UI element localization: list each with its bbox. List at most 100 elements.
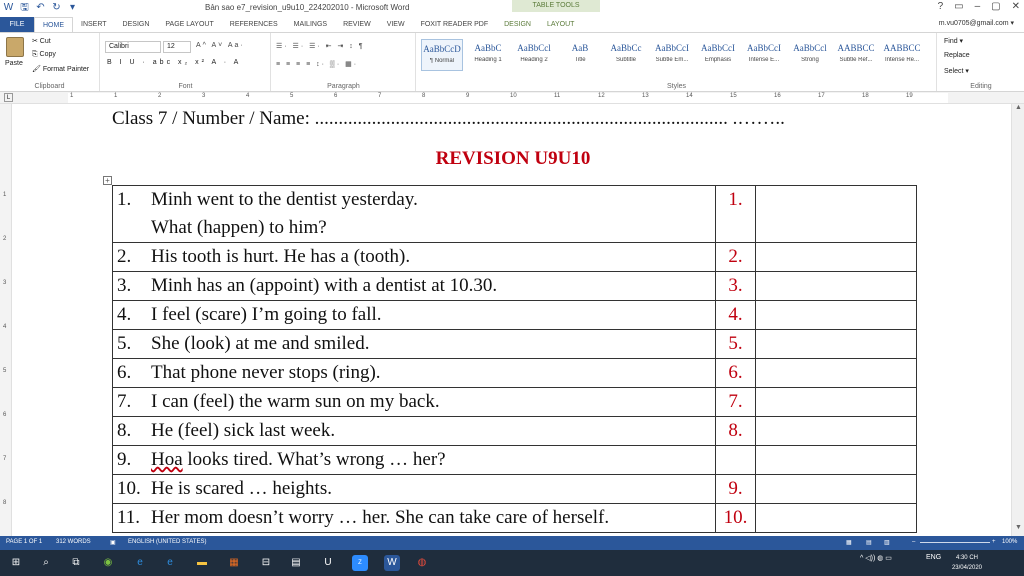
select-button[interactable]: Select ▾ (944, 67, 969, 75)
style-tile[interactable]: AaBbCcI Intense E... (743, 39, 785, 71)
question-cell[interactable]: 10. He is scared … heights. (112, 474, 716, 504)
tray-icons[interactable]: ^ ◁)) ◍ ▭ (860, 554, 892, 562)
replace-button[interactable]: Replace (944, 52, 970, 59)
read-mode-icon[interactable]: ▦ (846, 539, 852, 546)
answer-blank-cell[interactable] (755, 445, 917, 475)
answer-blank-cell[interactable] (755, 416, 917, 446)
chrome-like-icon[interactable]: ◉ (100, 555, 116, 571)
tab-review[interactable]: REVIEW (335, 17, 379, 32)
question-cell[interactable]: 6. That phone never stops (ring). (112, 358, 716, 388)
font-grow-shrink[interactable]: A^ A˅ Aa· (196, 42, 245, 49)
start-icon[interactable]: ⊞ (8, 555, 24, 571)
scroll-up-icon[interactable]: ▲ (1012, 104, 1024, 116)
tab-view[interactable]: VIEW (379, 17, 413, 32)
style-tile[interactable]: AaB Title (559, 39, 601, 71)
question-cell[interactable]: 1. Minh went to the dentist yesterday. Wha… (112, 185, 716, 243)
zoom-level[interactable]: 100% (1002, 539, 1017, 545)
style-tile[interactable]: AaBbCcl Strong (789, 39, 831, 71)
answer-number-cell[interactable]: 6. (715, 358, 756, 388)
style-tile[interactable]: AaBbCcI Subtle Em... (651, 39, 693, 71)
language-indicator[interactable]: ENGLISH (UNITED STATES) (128, 539, 206, 545)
page-count[interactable]: PAGE 1 OF 1 (6, 539, 42, 545)
proofing-icon[interactable]: ▣ (110, 539, 116, 546)
tab-page-layout[interactable]: PAGE LAYOUT (157, 17, 221, 32)
app-icon[interactable]: ▦ (226, 555, 242, 571)
answer-number-cell[interactable]: 1. (715, 185, 756, 243)
find-button[interactable]: Find ▾ (944, 37, 963, 45)
style-tile[interactable]: AaBbCcl Heading 2 (513, 39, 555, 71)
undo-icon[interactable]: ↶ (34, 1, 47, 14)
align-buttons[interactable]: ≡ ≡ ≡ ≡ ↕· ▒· ▦· (276, 60, 358, 68)
answer-number-cell[interactable]: 7. (715, 387, 756, 417)
customize-qat-icon[interactable]: ▾ (66, 1, 79, 14)
save-icon[interactable]: 🖫 (18, 1, 31, 14)
list-indent-buttons[interactable]: ☰· ☰· ☰· ⇤ ⇥ ↕ ¶ (276, 42, 364, 50)
document-page[interactable]: Class 7 / Number / Name: ...............… (13, 104, 1011, 536)
tab-home[interactable]: HOME (34, 17, 73, 32)
exercise-table[interactable]: 1. Minh went to the dentist yesterday. Wha… (112, 185, 917, 533)
answer-blank-cell[interactable] (755, 503, 917, 533)
answer-number-cell[interactable]: 2. (715, 242, 756, 272)
input-language[interactable]: ENG (926, 554, 941, 561)
task-view-icon[interactable]: ⧉ (68, 555, 84, 571)
clock[interactable]: 4:30 CH 23/04/2020 (952, 553, 982, 573)
tab-selector[interactable]: L (4, 93, 13, 102)
tab-insert[interactable]: INSERT (73, 17, 115, 32)
font-format-buttons[interactable]: B I U · abc x₂ x² A · A (107, 59, 241, 66)
answer-blank-cell[interactable] (755, 300, 917, 330)
tab-references[interactable]: REFERENCES (222, 17, 286, 32)
copy-button[interactable]: ⎘ Copy (32, 51, 56, 59)
word-taskbar-icon[interactable]: W (384, 555, 400, 571)
print-layout-icon[interactable]: ▤ (866, 539, 872, 546)
unikey-icon[interactable]: U (320, 555, 336, 571)
tab-table-design[interactable]: DESIGN (496, 17, 539, 32)
scroll-down-icon[interactable]: ▼ (1012, 524, 1024, 536)
paste-icon[interactable] (6, 37, 24, 57)
zoom-slider[interactable] (920, 542, 990, 543)
answer-blank-cell[interactable] (755, 387, 917, 417)
cut-button[interactable]: ✂ Cut (32, 37, 51, 45)
font-size-select[interactable]: 12 (163, 41, 191, 53)
zoom-icon[interactable]: Z (352, 555, 368, 571)
tab-foxit[interactable]: FOXIT READER PDF (413, 17, 497, 32)
answer-blank-cell[interactable] (755, 242, 917, 272)
network-icon[interactable]: ⊟ (258, 555, 274, 571)
style-tile[interactable]: AaBbCcD ¶ Normal (421, 39, 463, 71)
vertical-ruler[interactable]: 123456789 (0, 104, 12, 550)
style-tile[interactable]: AaBbCcI Emphasis (697, 39, 739, 71)
format-painter-button[interactable]: 🖌 Format Painter (32, 65, 89, 73)
table-move-handle[interactable]: + (103, 176, 112, 185)
question-cell[interactable]: 2. His tooth is hurt. He has a (tooth). (112, 242, 716, 272)
answer-number-cell[interactable]: 10. (715, 503, 756, 533)
search-icon[interactable]: ⌕ (38, 555, 54, 571)
help-icon[interactable]: ? (938, 1, 944, 12)
account-name[interactable]: m.vu0705@gmail.com ▾ (939, 19, 1014, 27)
zoom-out-icon[interactable]: – (912, 539, 915, 545)
question-cell[interactable]: 4. I feel (scare) I’m going to fall. (112, 300, 716, 330)
vertical-scrollbar[interactable]: ▲ ▼ (1011, 104, 1024, 536)
question-cell[interactable]: 11. Her mom doesn’t worry … her. She can … (112, 503, 716, 533)
tab-mailings[interactable]: MAILINGS (286, 17, 335, 32)
web-layout-icon[interactable]: ▥ (884, 539, 890, 546)
question-cell[interactable]: 7. I can (feel) the warm sun on my back. (112, 387, 716, 417)
answer-blank-cell[interactable] (755, 474, 917, 504)
answer-number-cell[interactable]: 9. (715, 474, 756, 504)
restore-button[interactable]: ▢ (991, 1, 1000, 12)
style-tile[interactable]: AaBbC Heading 1 (467, 39, 509, 71)
style-tile[interactable]: AaBbCc Subtitle (605, 39, 647, 71)
style-tile[interactable]: AABBCC Subtle Ref... (835, 39, 877, 71)
answer-number-cell[interactable]: 5. (715, 329, 756, 359)
minimize-button[interactable]: – (975, 1, 981, 12)
question-cell[interactable]: 3. Minh has an (appoint) with a dentist a… (112, 271, 716, 301)
calculator-icon[interactable]: ▤ (288, 555, 304, 571)
tab-table-layout[interactable]: LAYOUT (539, 17, 583, 32)
paste-button[interactable]: Paste (5, 60, 23, 67)
answer-number-cell[interactable]: 3. (715, 271, 756, 301)
ie-icon[interactable]: e (132, 555, 148, 571)
close-button[interactable]: ✕ (1012, 1, 1020, 12)
chrome-icon[interactable]: ◍ (414, 555, 430, 571)
answer-blank-cell[interactable] (755, 358, 917, 388)
answer-number-cell[interactable]: 4. (715, 300, 756, 330)
font-name-select[interactable]: Calibri (105, 41, 161, 53)
style-tile[interactable]: AABBCC Intense Re... (881, 39, 923, 71)
